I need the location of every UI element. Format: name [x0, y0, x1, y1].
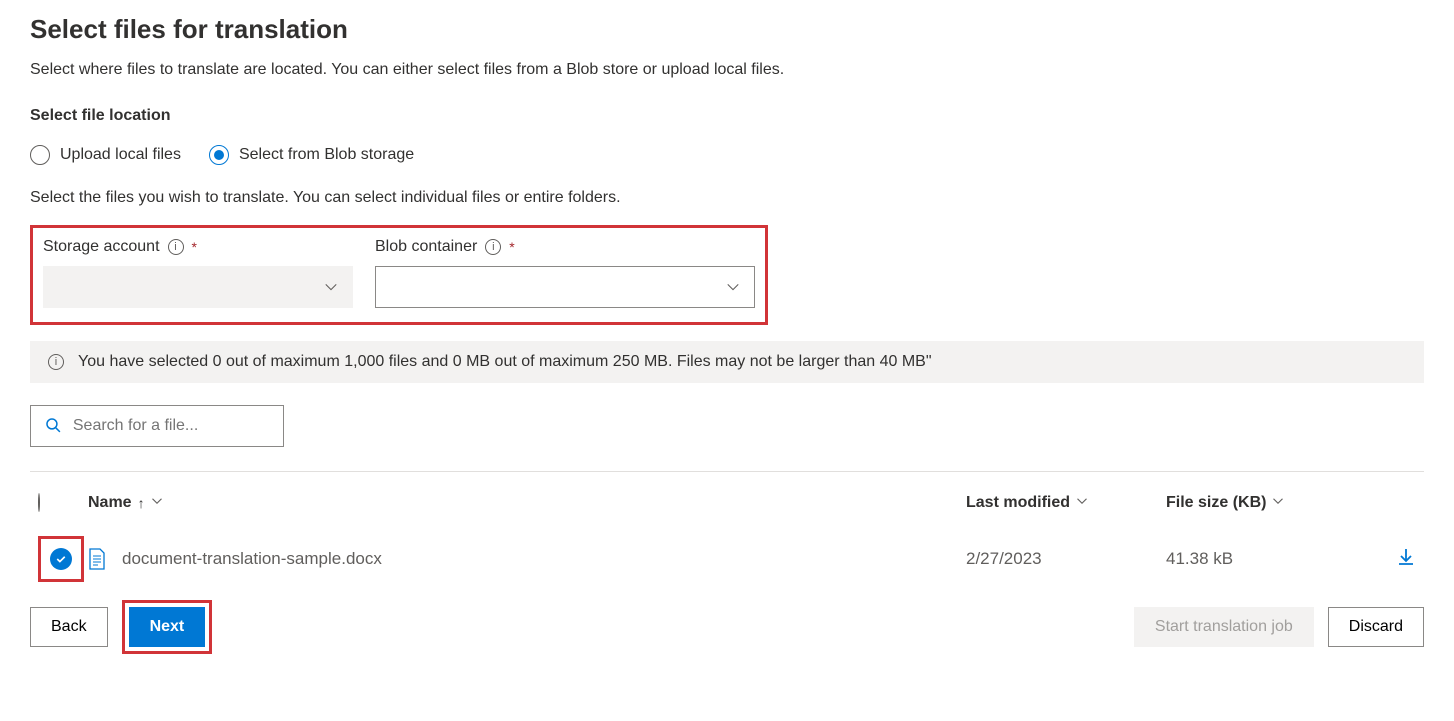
- page-subtitle: Select where files to translate are loca…: [30, 61, 1424, 79]
- blob-container-label: Blob container: [375, 238, 477, 256]
- blob-container-field: Blob container i *: [375, 238, 755, 308]
- table-divider: [30, 471, 1424, 472]
- info-bar-text: You have selected 0 out of maximum 1,000…: [78, 353, 932, 371]
- file-name: document-translation-sample.docx: [122, 549, 382, 569]
- column-last-modified[interactable]: Last modified: [966, 494, 1166, 512]
- sort-ascending-icon: ↑: [138, 495, 145, 511]
- storage-account-label: Storage account: [43, 238, 160, 256]
- file-search-box[interactable]: [30, 405, 284, 447]
- row-select-highlight: [38, 536, 84, 582]
- page-title: Select files for translation: [30, 14, 1424, 45]
- column-label: Name: [88, 494, 132, 512]
- instruction-text: Select the files you wish to translate. …: [30, 189, 1424, 207]
- file-size: 41.38 kB: [1166, 549, 1366, 569]
- column-label: File size (KB): [1166, 494, 1266, 512]
- document-icon: [88, 548, 106, 570]
- chevron-down-icon: [1272, 494, 1284, 512]
- radio-label: Upload local files: [60, 146, 181, 164]
- required-indicator: *: [192, 239, 197, 255]
- radio-icon: [209, 145, 229, 165]
- chevron-down-icon: [1076, 494, 1088, 512]
- column-label: Last modified: [966, 494, 1070, 512]
- section-select-file-location: Select file location: [30, 107, 1424, 125]
- required-indicator: *: [509, 239, 514, 255]
- chevron-down-icon: [151, 494, 163, 512]
- info-icon: i: [48, 354, 64, 370]
- next-button-highlight: Next: [122, 600, 213, 654]
- file-table-header: Name ↑ Last modified File size (KB): [30, 482, 1424, 524]
- search-input[interactable]: [71, 416, 269, 436]
- blob-container-dropdown[interactable]: [375, 266, 755, 308]
- column-file-size[interactable]: File size (KB): [1166, 494, 1366, 512]
- file-location-radio-group: Upload local files Select from Blob stor…: [30, 145, 1424, 165]
- next-button[interactable]: Next: [129, 607, 206, 647]
- radio-label: Select from Blob storage: [239, 146, 414, 164]
- row-select-checkbox[interactable]: [50, 548, 72, 570]
- start-translation-job-button: Start translation job: [1134, 607, 1314, 647]
- radio-icon: [30, 145, 50, 165]
- storage-account-field: Storage account i *: [43, 238, 353, 308]
- table-row[interactable]: document-translation-sample.docx 2/27/20…: [30, 524, 1424, 594]
- radio-upload-local-files[interactable]: Upload local files: [30, 145, 181, 165]
- footer-actions: Back Next Start translation job Discard: [30, 600, 1424, 654]
- file-last-modified: 2/27/2023: [966, 549, 1166, 569]
- selection-info-bar: i You have selected 0 out of maximum 1,0…: [30, 341, 1424, 383]
- download-icon[interactable]: [1396, 547, 1416, 572]
- back-button[interactable]: Back: [30, 607, 108, 647]
- storage-account-dropdown[interactable]: [43, 266, 353, 308]
- chevron-down-icon: [324, 280, 338, 294]
- column-name[interactable]: Name ↑: [88, 494, 966, 512]
- radio-select-from-blob-storage[interactable]: Select from Blob storage: [209, 145, 414, 165]
- discard-button[interactable]: Discard: [1328, 607, 1424, 647]
- search-icon: [45, 417, 61, 435]
- info-icon[interactable]: i: [168, 239, 184, 255]
- chevron-down-icon: [726, 280, 740, 294]
- info-icon[interactable]: i: [485, 239, 501, 255]
- select-all-checkbox[interactable]: [38, 493, 40, 512]
- storage-config-highlight: Storage account i * Blob container i *: [30, 225, 768, 325]
